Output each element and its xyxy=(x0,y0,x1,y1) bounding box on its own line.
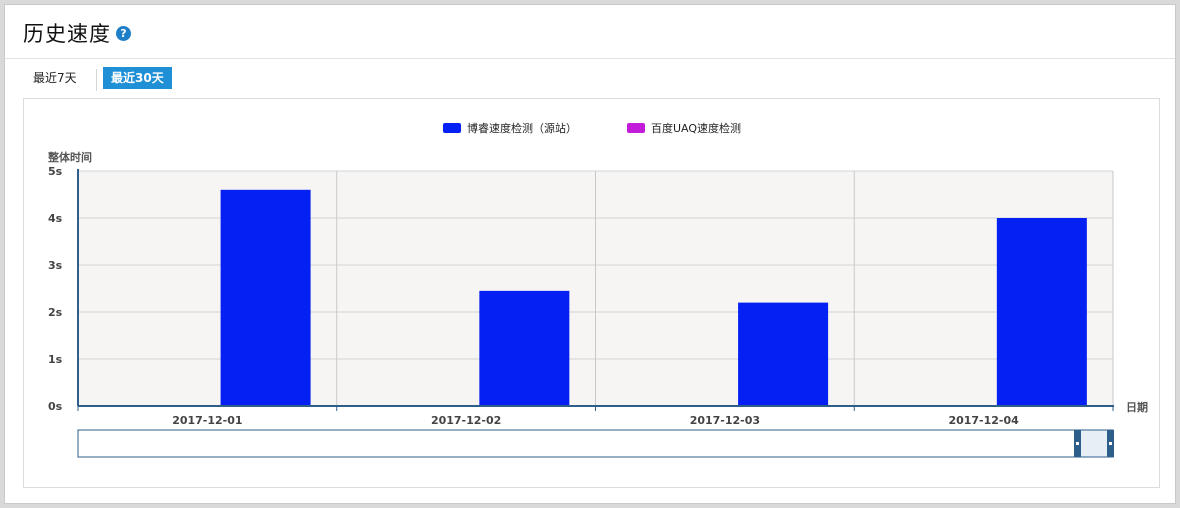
y-tick-label: 0s xyxy=(48,400,63,413)
bar-chart: 博睿速度检测（源站） 百度UAQ速度检测 整体时间 日期 0s 1s 2s 3s 4s 5… xyxy=(47,121,1148,458)
legend-label-series-1[interactable]: 博睿速度检测（源站） xyxy=(467,121,577,135)
chart-container: 博睿速度检测（源站） 百度UAQ速度检测 整体时间 日期 0s 1s 2s 3s 4s 5… xyxy=(23,98,1160,488)
y-tick-label: 5s xyxy=(48,165,63,178)
bar-2017-12-01[interactable] xyxy=(220,189,311,406)
navigator-left-grip xyxy=(1076,442,1079,445)
tab-last-7-days[interactable]: 最近7天 xyxy=(25,67,85,89)
y-tick-label: 2s xyxy=(48,306,63,319)
page-title: 历史速度 xyxy=(23,22,111,46)
navigator-selection[interactable] xyxy=(1077,429,1111,458)
tab-last-30-days[interactable]: 最近30天 xyxy=(103,67,172,89)
plot-area: 0s 1s 2s 3s 4s 5s 2017-12-01 2017-12-02 2017-12-… xyxy=(48,165,1114,427)
navigator-right-grip xyxy=(1109,442,1112,445)
x-tick-label: 2017-12-02 xyxy=(431,414,501,427)
x-axis-title: 日期 xyxy=(1126,400,1148,414)
x-tick-label: 2017-12-03 xyxy=(690,414,760,427)
x-tick-label: 2017-12-04 xyxy=(948,414,1019,427)
panel: 历史速度 ? 最近7天 最近30天 博睿速度检测（源站） 百度UAQ速度检测 整… xyxy=(4,4,1176,504)
y-axis-title: 整体时间 xyxy=(47,150,92,164)
y-tick-label: 3s xyxy=(48,259,63,272)
bar-2017-12-03[interactable] xyxy=(738,302,829,406)
legend-label-series-2[interactable]: 百度UAQ速度检测 xyxy=(651,121,741,135)
legend: 博睿速度检测（源站） 百度UAQ速度检测 xyxy=(443,121,741,135)
legend-swatch-series-1[interactable] xyxy=(443,123,461,133)
y-tick-label: 1s xyxy=(48,353,63,366)
legend-swatch-series-2[interactable] xyxy=(627,123,645,133)
navigator-track[interactable] xyxy=(77,429,1114,458)
help-icon[interactable]: ? xyxy=(116,26,131,41)
bar-2017-12-04[interactable] xyxy=(996,218,1087,406)
range-navigator[interactable] xyxy=(77,429,1114,458)
x-tick-label: 2017-12-01 xyxy=(172,414,242,427)
bar-2017-12-02[interactable] xyxy=(479,290,570,406)
y-tick-label: 4s xyxy=(48,212,63,225)
tab-divider xyxy=(96,69,97,91)
panel-header: 历史速度 ? xyxy=(5,5,1175,59)
